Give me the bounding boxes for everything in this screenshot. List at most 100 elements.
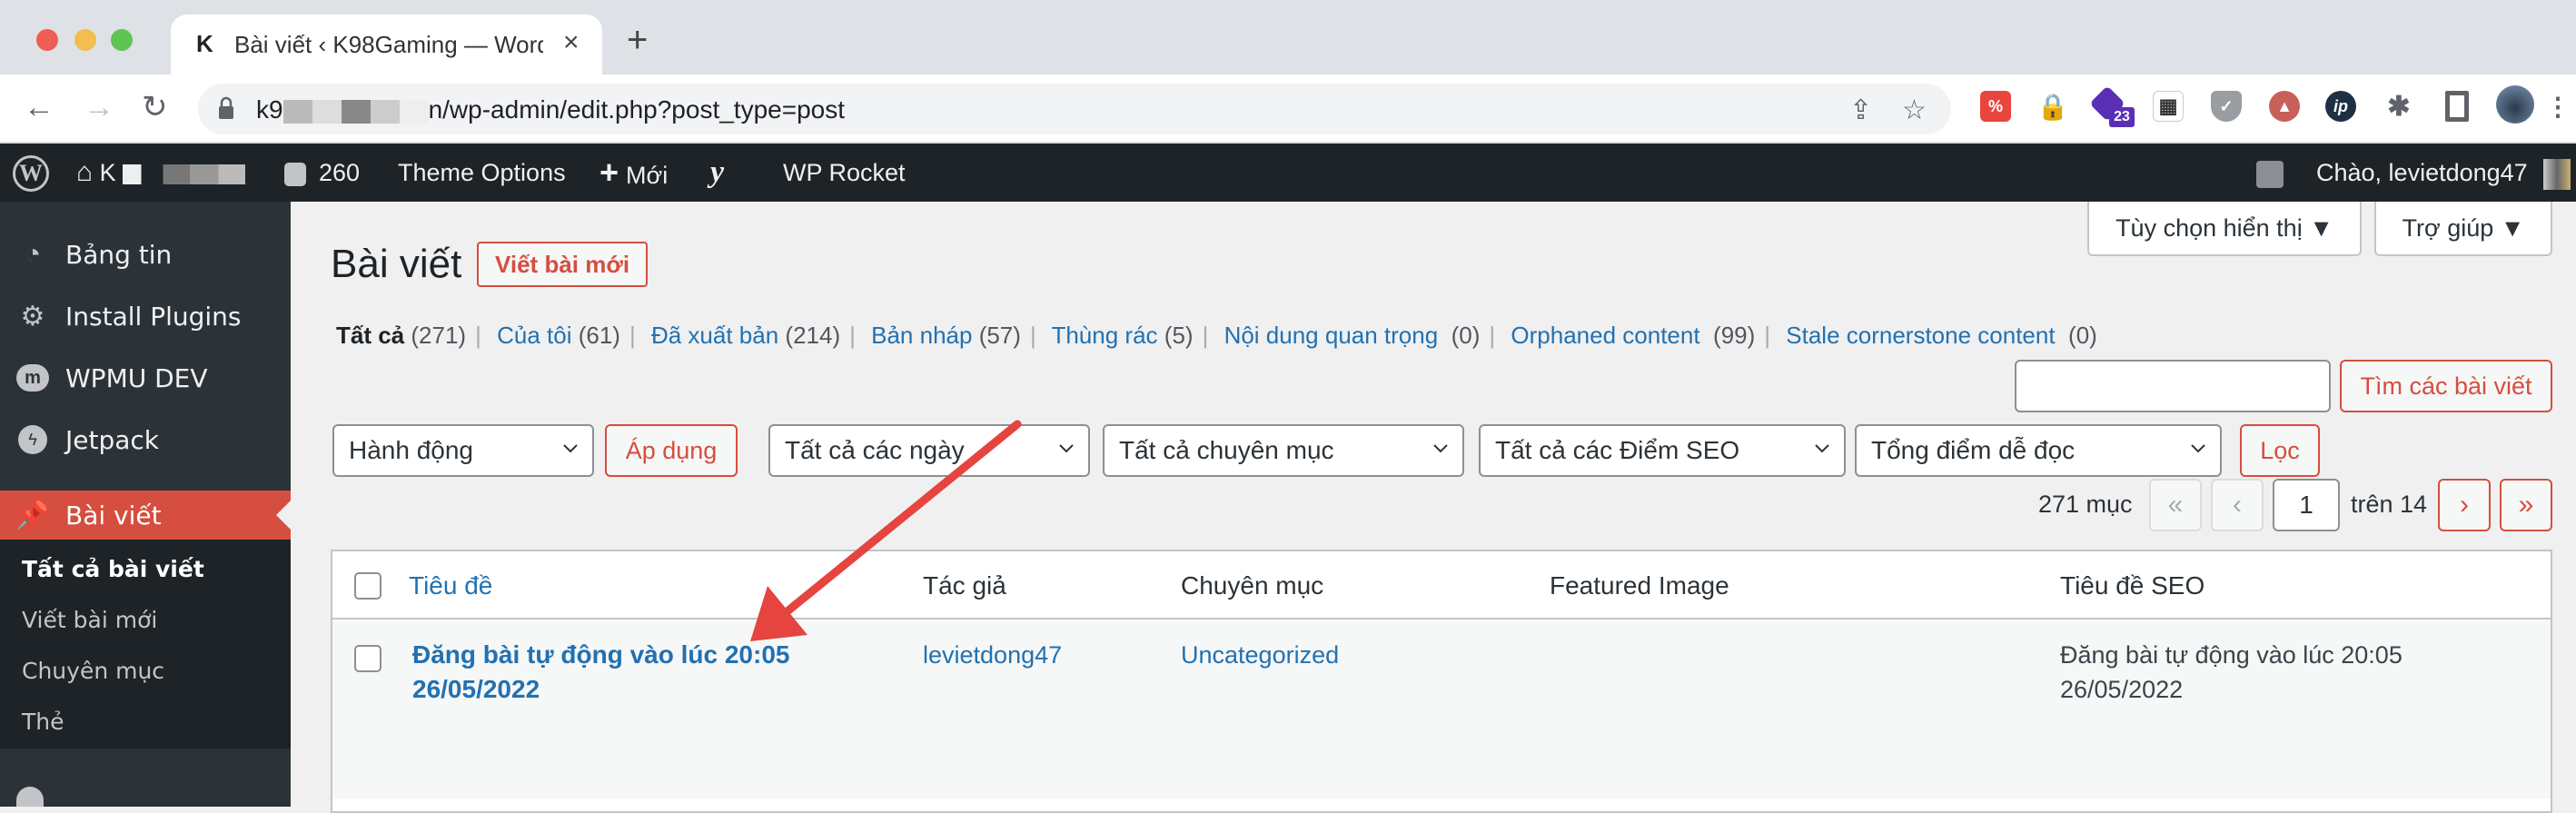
ext-red-percent-icon[interactable]: % [1980,91,2011,122]
share-icon[interactable]: ⇪ [1849,94,1872,126]
user-avatar [2543,158,2571,190]
posts-submenu: Tất cả bài viết Viết bài mới Chuyên mục … [0,540,291,749]
bulk-action-select[interactable]: Hành động [332,424,594,477]
minimize-window-button[interactable] [74,29,96,51]
filter-button[interactable]: Lọc [2240,424,2320,477]
close-window-button[interactable] [36,29,58,51]
plus-icon: + [599,154,619,191]
row-checkbox[interactable] [354,645,381,672]
forward-button[interactable]: → [84,89,114,125]
maximize-window-button[interactable] [111,29,133,51]
category-filter-select[interactable]: Tất cả chuyên mục [1103,424,1464,477]
next-page-button[interactable]: › [2438,479,2491,531]
view-drafts[interactable]: Bản nháp [871,322,972,349]
new-content-menu[interactable]: + Mới [599,144,668,202]
navigation-extension-icon[interactable]: ▲ [2269,91,2300,122]
first-page-button[interactable]: « [2149,479,2202,531]
date-filter-select[interactable]: Tất cả các ngày [768,424,1090,477]
user-greeting: Chào, levietdong47 [2316,159,2528,186]
view-orphaned[interactable]: Orphaned content [1511,322,1699,349]
view-cornerstone[interactable]: Nội dung quan trọng [1224,322,1439,349]
column-author: Tác giả [923,571,1006,600]
column-featured-image: Featured Image [1550,571,1729,600]
wpmudev-icon: m [16,362,49,394]
close-tab-icon[interactable]: × [563,27,580,58]
notification-icon[interactable] [2256,144,2284,202]
address-bar[interactable]: k9 n/wp-admin/edit.php?post_type=post ⇪ ☆ [198,84,1951,134]
submenu-add-new[interactable]: Viết bài mới [22,607,157,633]
table-row: Đăng bài tự động vào lúc 20:05 26/05/2022… [332,621,2551,798]
column-title[interactable]: Tiêu đề [409,571,492,600]
current-page-input[interactable] [2273,479,2340,531]
column-seo-title: Tiêu đề SEO [2060,571,2205,600]
sidebar-item-install-plugins[interactable]: ⚙ Install Plugins [0,285,291,347]
view-mine[interactable]: Của tôi [497,322,571,349]
reload-button[interactable]: ↻ [142,89,168,125]
chevron-down-icon [1815,444,1829,453]
url-text: k9 n/wp-admin/edit.php?post_type=post [256,95,845,124]
apply-bulk-action-button[interactable]: Áp dụng [605,424,738,477]
post-category-link[interactable]: Uncategorized [1181,641,1339,669]
site-name-menu[interactable]: ⌂ K [76,144,246,202]
select-all-checkbox[interactable] [354,572,381,600]
comments-menu[interactable]: 260 [284,144,360,202]
shield-extension-icon[interactable]: ✓ [2211,91,2242,122]
submenu-tags[interactable]: Thẻ [22,709,64,735]
items-count: 271 mục [2038,491,2133,518]
previous-page-button[interactable]: ‹ [2211,479,2264,531]
add-new-post-button[interactable]: Viết bài mới [477,242,649,287]
view-published[interactable]: Đã xuất bản [651,322,778,349]
back-button[interactable]: ← [24,89,54,125]
new-tab-button[interactable]: + [627,22,648,58]
last-page-button[interactable]: » [2500,479,2552,531]
sidebar-next-item[interactable] [16,787,44,807]
sidebar-item-dashboard[interactable]: ◔ Bảng tin [0,223,291,285]
my-account-menu[interactable]: Chào, levietdong47 [2316,144,2571,202]
submenu-categories[interactable]: Chuyên mục [22,658,164,684]
wp-rocket-menu[interactable]: WP Rocket [783,144,906,202]
yoast-seo-icon[interactable]: y [710,144,724,202]
post-category: Uncategorized [1181,638,1339,672]
sidebar-item-wpmu-dev[interactable]: m WPMU DEV [0,347,291,409]
profile-avatar[interactable] [2496,85,2534,124]
post-status-filters: Tất cả (271) | Của tôi (61) | Đã xuất bản … [336,322,2097,349]
help-button[interactable]: Trợ giúp ▼ [2374,202,2552,256]
padlock-extension-icon[interactable]: 🔒 [2037,91,2069,122]
qr-code-icon[interactable]: ▦ [2153,91,2184,122]
view-stale-cornerstone[interactable]: Stale cornerstone content [1786,322,2055,349]
sidebar-item-jetpack[interactable]: ϟ Jetpack [0,409,291,471]
browser-menu-icon[interactable]: ⋮ [2545,91,2571,122]
submenu-all-posts[interactable]: Tất cả bài viết [22,556,204,582]
current-menu-pointer [276,501,291,530]
seo-score-filter-select[interactable]: Tất cả các Điểm SEO [1479,424,1846,477]
browser-tab[interactable]: K Bài viết ‹ K98Gaming — WordPress × [171,15,602,74]
wp-logo-menu[interactable]: W [13,144,49,202]
redacted-url-segment [282,99,429,124]
readability-filter-select[interactable]: Tổng điểm dễ đọc [1855,424,2222,477]
redacted-site-name [123,164,246,184]
gear-icon: ⚙ [20,301,45,332]
search-posts-input[interactable] [2015,360,2331,412]
post-seo-title: Đăng bài tự động vào lúc 20:05 26/05/2022 [2060,641,2403,703]
tab-title: Bài viết ‹ K98Gaming — WordPress [234,31,543,58]
bookmark-star-icon[interactable]: ☆ [1902,94,1927,126]
view-trash[interactable]: Thùng rác [1051,322,1157,349]
post-author-link[interactable]: levietdong47 [923,641,1062,669]
extension-badge: 23 [2109,107,2135,127]
pushpin-icon: 📌 [15,500,50,530]
side-panel-icon[interactable] [2445,91,2469,122]
screen-options-button[interactable]: Tùy chọn hiển thị ▼ [2087,202,2362,256]
view-all[interactable]: Tất cả [336,322,404,349]
dashboard-icon: ◔ [24,239,42,269]
ip-extension-icon[interactable]: ip [2325,91,2356,122]
wp-admin-bar: W ⌂ K 260 Theme Options + Mới y WP Rocket… [0,144,2576,202]
browser-toolbar: ← → ↻ k9 n/wp-admin/edit.php?post_type=po… [0,74,2576,144]
comment-bubble-icon [284,162,306,186]
theme-options-menu[interactable]: Theme Options [398,144,566,202]
post-title-link[interactable]: Đăng bài tự động vào lúc 20:05 26/05/2022 [412,640,789,703]
page-title: Bài viết [331,242,462,286]
extensions-puzzle-icon[interactable]: ✱ [2383,91,2414,122]
sidebar-item-posts[interactable]: 📌 Bài viết [0,491,291,540]
column-categories: Chuyên mục [1181,571,1324,600]
search-posts-button[interactable]: Tìm các bài viết [2340,360,2552,412]
